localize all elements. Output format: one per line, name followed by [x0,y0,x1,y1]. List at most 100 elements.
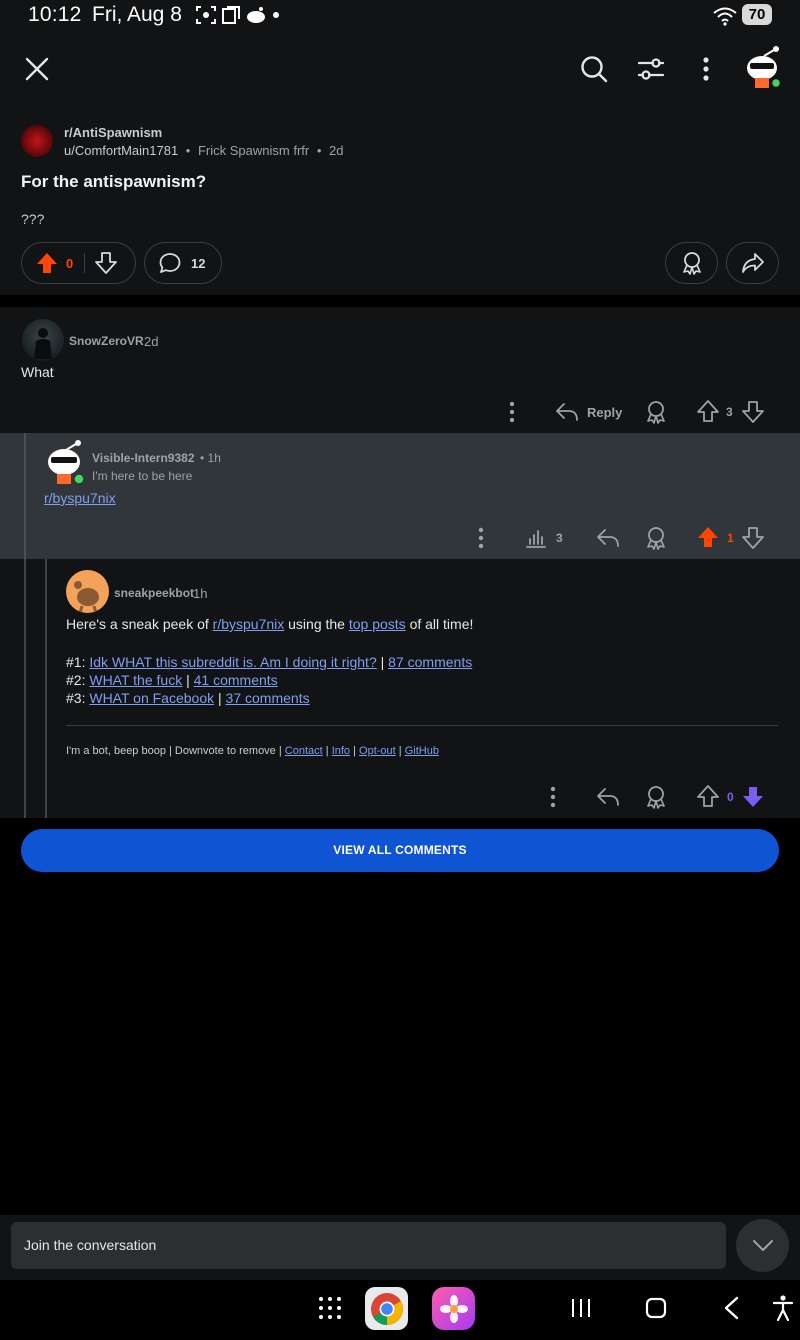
user-avatar[interactable] [742,44,784,90]
post-flair: Frick Spawnism frfr [197,143,310,158]
top-posts-link[interactable]: top posts [349,616,406,632]
reply-icon[interactable] [596,527,620,549]
accessibility-icon[interactable] [772,1295,794,1321]
award-icon[interactable] [645,526,667,550]
post-author[interactable]: u/ComfortMain1781 [64,143,178,158]
comment-score: 0 [727,790,734,804]
filter-icon[interactable] [637,56,665,82]
gallery-app-button[interactable] [432,1287,475,1330]
upvote-icon[interactable] [697,785,719,807]
comment-score: 3 [726,405,733,419]
post-toolbar [0,32,800,112]
comment-age: 2d [144,334,159,349]
comment-author[interactable]: sneakpeekbot [114,586,194,600]
award-button[interactable] [665,242,718,284]
chrome-icon [370,1292,403,1325]
section-gap [0,295,800,307]
comment-author[interactable]: Visible-Intern9382 [92,451,195,465]
home-icon[interactable] [645,1297,667,1319]
post-score: 0 [66,255,74,271]
post-rank: #2: [66,672,90,688]
avatar[interactable] [22,319,64,361]
reply-icon[interactable] [596,786,620,808]
intro-text: using the [284,616,349,632]
reply-button[interactable]: Reply [587,405,622,420]
comment-icon [159,253,181,273]
comment-text: What [21,364,54,380]
more-vertical-icon[interactable] [507,401,517,423]
battery-indicator: 70 [742,4,772,25]
intro-text: Here's a sneak peek of [66,616,213,632]
contact-link[interactable]: Contact [285,745,323,757]
top-post-link[interactable]: WHAT on Facebook [89,690,214,706]
info-link[interactable]: Info [332,745,350,757]
post-vote-pill: 0 [21,242,136,284]
avatar[interactable] [42,438,88,486]
join-conversation-input[interactable] [11,1222,726,1269]
bar-chart-icon[interactable] [525,527,547,549]
separator: | [214,690,226,706]
view-all-comments-button[interactable]: VIEW ALL COMMENTS [21,829,779,872]
share-icon [741,253,764,273]
thread-line [45,559,47,818]
post-meta: u/ComfortMain1781 • Frick Spawnism frfr … [64,143,344,158]
opt-out-link[interactable]: Opt-out [359,745,396,757]
more-vertical-icon[interactable] [548,786,558,808]
collapse-button[interactable] [736,1219,789,1272]
chrome-app-button[interactable] [365,1287,408,1330]
top-post-link[interactable]: WHAT the fuck [89,672,182,688]
separator: | [322,745,332,757]
separator: | [376,654,389,670]
comments-button[interactable]: 12 [144,242,222,284]
comments-link[interactable]: 37 comments [226,690,310,706]
post-body: ??? [21,211,45,227]
top-post-link[interactable]: Idk WHAT this subreddit is. Am I doing i… [89,654,376,670]
downvote-icon[interactable] [95,252,117,274]
upvote-icon[interactable] [36,252,58,274]
comment-age: • 1h [200,451,221,465]
award-icon[interactable] [645,400,667,424]
bot-footer: I'm a bot, beep boop | Downvote to remov… [66,745,439,757]
meta-separator: • [185,143,191,158]
post-age: 2d [329,143,344,158]
subreddit-link[interactable]: r/byspu7nix [213,616,285,632]
status-date: Fri, Aug 8 [92,3,182,26]
subreddit-avatar[interactable] [21,125,53,157]
bot-intro: Here's a sneak peek of r/byspu7nix using… [66,616,473,632]
upvote-icon[interactable] [697,400,719,422]
comment-author[interactable]: SnowZeroVR [69,334,144,348]
subreddit-name[interactable]: r/AntiSpawnism [64,125,162,140]
meta-separator: • [316,143,322,158]
comment-snowzerovr [0,307,800,433]
separator: | [350,745,360,757]
avatar[interactable] [66,570,109,613]
separator: | [182,672,194,688]
downvote-icon[interactable] [742,527,764,549]
award-icon[interactable] [645,785,667,809]
downvote-icon[interactable] [742,401,764,423]
search-icon[interactable] [580,55,608,83]
comments-link[interactable]: 87 comments [388,654,472,670]
recent-apps-icon[interactable] [570,1298,592,1318]
downvote-icon[interactable] [742,786,764,808]
subreddit-link[interactable]: r/byspu7nix [44,490,116,506]
top-post-row: #1: Idk WHAT this subreddit is. Am I doi… [66,654,472,670]
share-button[interactable] [726,242,779,284]
more-vertical-icon[interactable] [476,527,486,549]
reply-icon[interactable] [555,401,579,423]
github-link[interactable]: GitHub [405,745,439,757]
more-notifications-dot-icon [273,12,279,18]
top-post-row: #2: WHAT the fuck | 41 comments [66,672,278,688]
close-icon[interactable] [25,57,49,81]
back-icon[interactable] [722,1296,740,1320]
bot-avatar-icon [74,581,99,613]
post-title[interactable]: For the antispawnism? [21,172,206,192]
view-count: 3 [556,531,563,545]
post-rank: #1: [66,654,90,670]
comments-link[interactable]: 41 comments [194,672,278,688]
more-vertical-icon[interactable] [700,56,712,82]
app-drawer-icon[interactable] [318,1296,342,1320]
post-rank: #3: [66,690,90,706]
upvote-icon[interactable] [697,526,719,548]
intro-text: of all time! [405,616,474,632]
